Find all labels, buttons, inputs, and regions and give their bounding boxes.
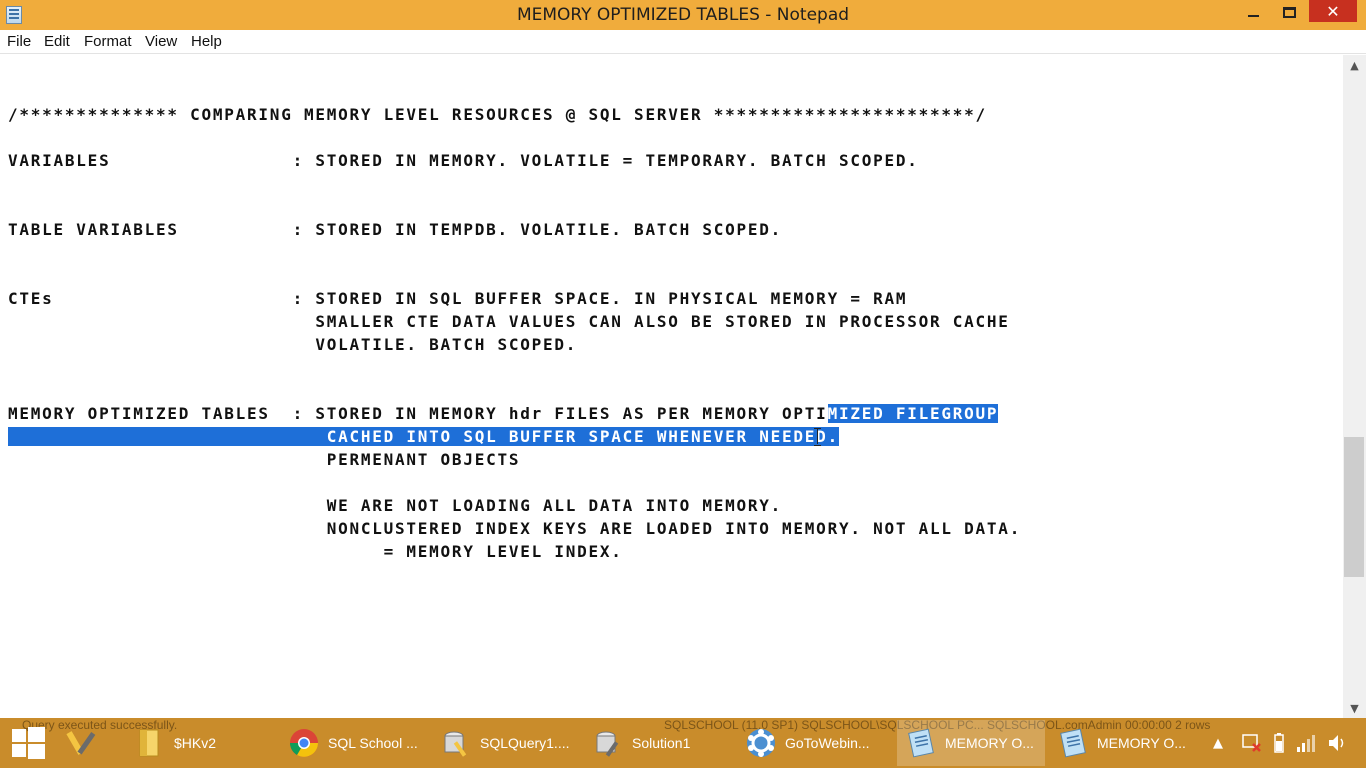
text-cursor-icon bbox=[814, 428, 822, 446]
taskbar-item-tools[interactable] bbox=[66, 720, 128, 766]
taskbar-item-chrome[interactable]: SQL School ... bbox=[288, 720, 436, 766]
scroll-down-button[interactable]: ▼ bbox=[1343, 698, 1366, 718]
text-line: /************** COMPARING MEMORY LEVEL R… bbox=[8, 105, 987, 124]
menu-help[interactable]: Help bbox=[191, 33, 222, 50]
text-line: = MEMORY LEVEL INDEX. bbox=[8, 542, 623, 561]
show-hidden-icons-icon[interactable]: ▲ bbox=[1208, 736, 1228, 751]
taskbar-item-gotowebinar[interactable]: GoToWebin... bbox=[745, 720, 893, 766]
start-button[interactable] bbox=[10, 726, 46, 760]
taskbar: Query executed successfully. SQLSCHOOL (… bbox=[0, 718, 1366, 768]
menu-view[interactable]: View bbox=[145, 33, 177, 50]
text-line: TABLE VARIABLES : STORED IN TEMPDB. VOLA… bbox=[8, 220, 783, 239]
action-center-icon[interactable] bbox=[1240, 732, 1262, 754]
minimize-button[interactable] bbox=[1236, 0, 1270, 24]
gotowebinar-icon bbox=[745, 727, 777, 759]
chrome-icon bbox=[288, 727, 320, 759]
selected-text: CACHED INTO SQL BUFFER SPACE WHENEVER NE… bbox=[8, 427, 839, 446]
text-line: VARIABLES : STORED IN MEMORY. VOLATILE =… bbox=[8, 151, 919, 170]
notepad-icon bbox=[1057, 727, 1089, 759]
tools-icon bbox=[66, 727, 98, 759]
text-line: WE ARE NOT LOADING ALL DATA INTO MEMORY. bbox=[8, 496, 783, 515]
close-button[interactable]: ✕ bbox=[1309, 0, 1357, 22]
scroll-thumb[interactable] bbox=[1344, 437, 1364, 577]
folder-icon bbox=[134, 727, 166, 759]
taskbar-item-folder[interactable]: $HKv2 bbox=[134, 720, 282, 766]
notepad-icon bbox=[905, 727, 937, 759]
scroll-up-button[interactable]: ▲ bbox=[1343, 55, 1366, 75]
system-tray: ▲ bbox=[1208, 718, 1348, 768]
title-bar[interactable]: MEMORY OPTIMIZED TABLES - Notepad ✕ bbox=[0, 0, 1366, 30]
menu-bar: File Edit Format View Help bbox=[0, 30, 1366, 54]
menu-format[interactable]: Format bbox=[84, 33, 132, 50]
close-icon: ✕ bbox=[1326, 1, 1340, 21]
maximize-button[interactable] bbox=[1272, 0, 1306, 24]
windows-logo-icon bbox=[12, 729, 26, 742]
window-title: MEMORY OPTIMIZED TABLES - Notepad bbox=[516, 5, 850, 25]
taskbar-item-notepad[interactable]: MEMORY O... bbox=[1049, 720, 1197, 766]
taskbar-item-solution[interactable]: Solution1 bbox=[592, 720, 740, 766]
ssms-icon bbox=[440, 727, 472, 759]
network-icon[interactable] bbox=[1296, 733, 1316, 753]
ssms-icon bbox=[592, 727, 624, 759]
minimize-icon bbox=[1247, 15, 1259, 17]
text-line: MEMORY OPTIMIZED TABLES : STORED IN MEMO… bbox=[8, 404, 999, 423]
text-line: NONCLUSTERED INDEX KEYS ARE LOADED INTO … bbox=[8, 519, 1022, 538]
text-line: PERMENANT OBJECTS bbox=[8, 450, 521, 469]
text-line: VOLATILE. BATCH SCOPED. bbox=[8, 335, 578, 354]
text-line: CACHED INTO SQL BUFFER SPACE WHENEVER NE… bbox=[8, 425, 839, 448]
selected-text: MIZED FILEGROUP bbox=[827, 404, 999, 423]
taskbar-item-notepad-active[interactable]: MEMORY O... bbox=[897, 720, 1045, 766]
restore-icon bbox=[1282, 6, 1296, 18]
battery-icon[interactable] bbox=[1272, 732, 1286, 754]
menu-file[interactable]: File bbox=[7, 33, 31, 50]
text-line: SMALLER CTE DATA VALUES CAN ALSO BE STOR… bbox=[8, 312, 1010, 331]
taskbar-item-sqlquery[interactable]: SQLQuery1.... bbox=[440, 720, 588, 766]
text-line: CTEs : STORED IN SQL BUFFER SPACE. IN PH… bbox=[8, 289, 908, 308]
vertical-scrollbar[interactable]: ▲ ▼ bbox=[1343, 55, 1366, 718]
menu-edit[interactable]: Edit bbox=[44, 33, 70, 50]
volume-icon[interactable] bbox=[1326, 732, 1348, 754]
text-editor[interactable]: /************** COMPARING MEMORY LEVEL R… bbox=[0, 55, 1343, 718]
